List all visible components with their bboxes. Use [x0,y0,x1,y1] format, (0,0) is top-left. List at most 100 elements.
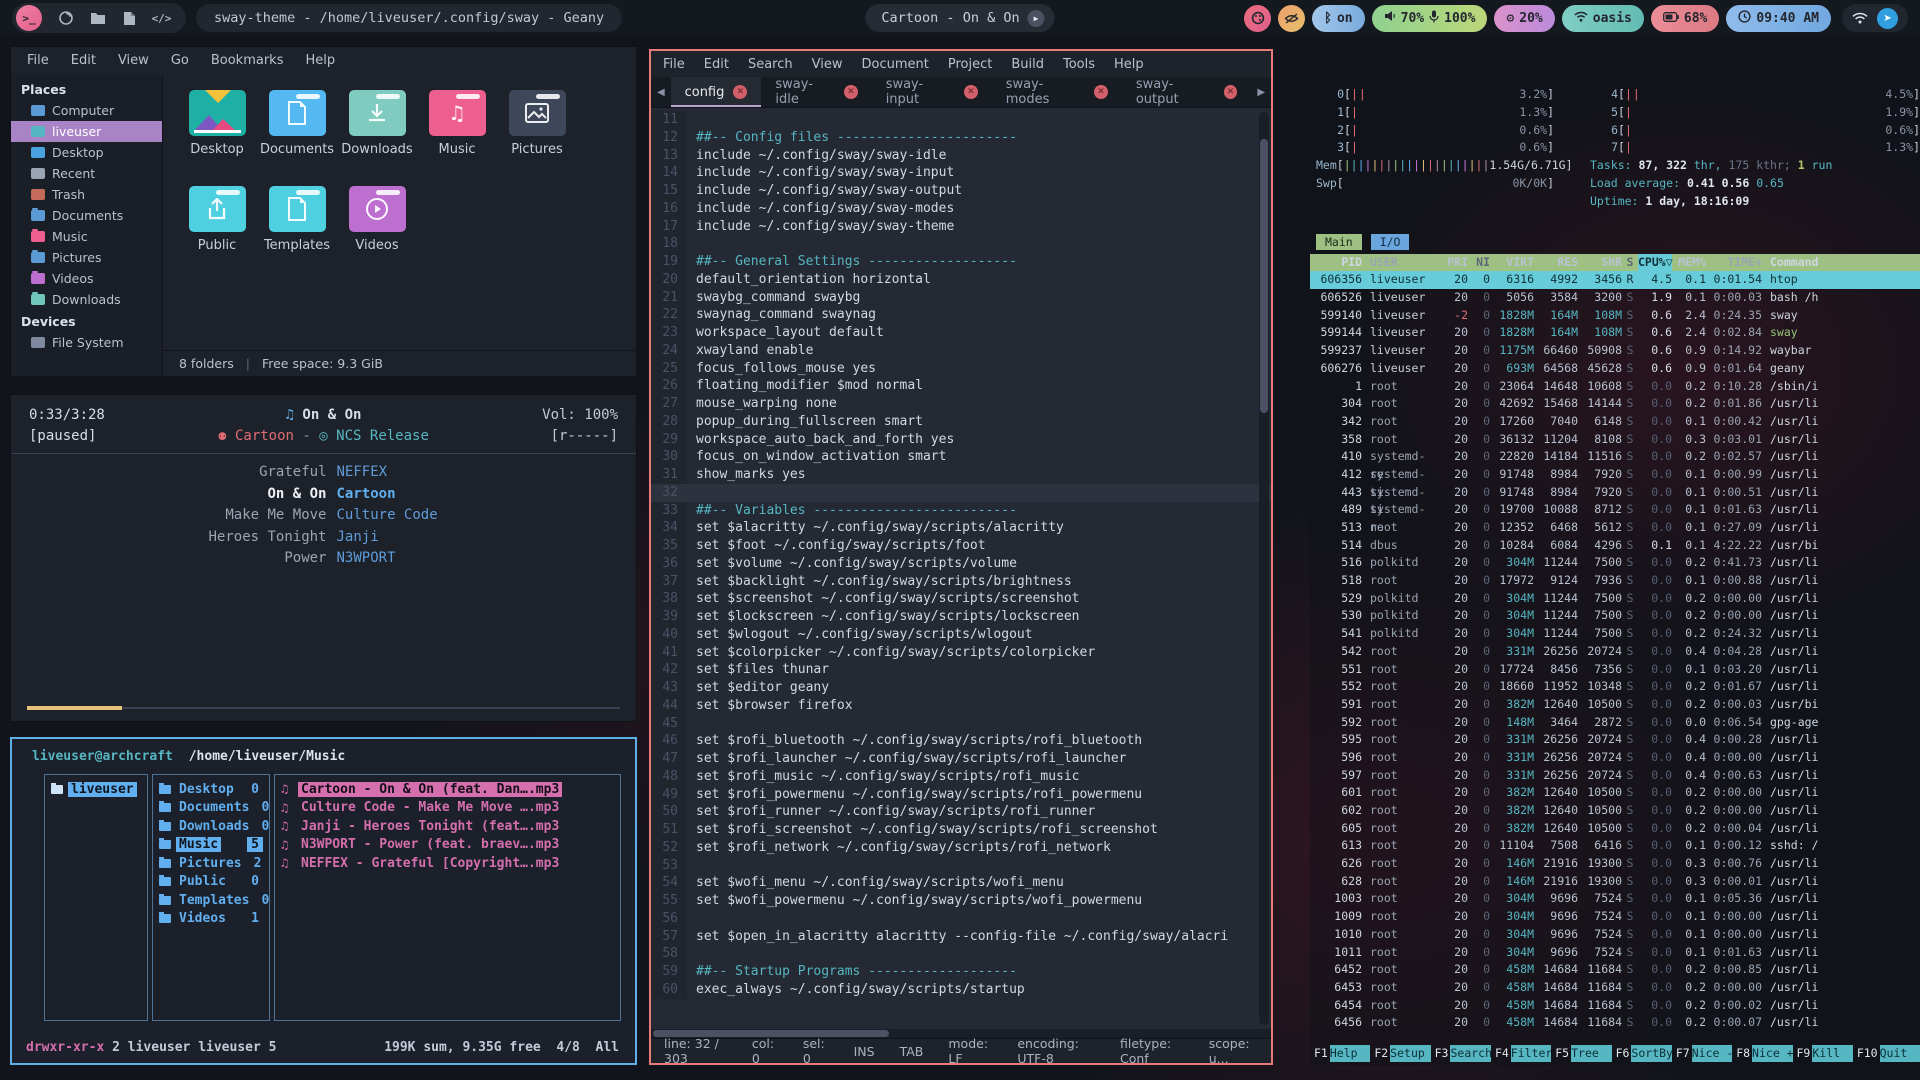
geany-menu-document[interactable]: Document [861,57,928,72]
process-row[interactable]: 304root200426921546814144S0.00.20:01.86/… [1310,395,1920,413]
horizontal-scrollbar[interactable] [651,1029,1271,1038]
code-line[interactable]: 60exec_always ~/.config/sway/scripts/sta… [651,981,1271,999]
process-row[interactable]: 628root200146M2191619300S0.00.30:00.01/u… [1310,873,1920,891]
geany-menu-file[interactable]: File [663,57,685,72]
column-user[interactable]: USER [1362,254,1438,272]
sidebar-item-liveuser[interactable]: liveuser [11,121,162,142]
code-line[interactable]: 45 [651,715,1271,733]
code-line[interactable]: 47set $rofi_launcher ~/.config/sway/scri… [651,750,1271,768]
playlist-item[interactable]: On & OnCartoon [11,484,636,506]
tab-sway-output[interactable]: sway-output✕ [1122,77,1252,107]
code-line[interactable]: 41set $colorpicker ~/.config/sway/script… [651,644,1271,662]
code-line[interactable]: 44set $browser firefox [651,697,1271,715]
column-shr[interactable]: SHR [1578,254,1622,272]
code-line[interactable]: 53 [651,857,1271,875]
fkey-f2[interactable]: F2 [1370,1045,1390,1062]
firefox-icon[interactable] [57,10,74,27]
code-line[interactable]: 29workspace_auto_back_and_forth yes [651,431,1271,449]
code-line[interactable]: 37set $backlight ~/.config/sway/scripts/… [651,573,1271,591]
sidebar-item-downloads[interactable]: Downloads [11,289,162,310]
close-tab-icon[interactable]: ✕ [1094,85,1108,99]
code-line[interactable]: 43set $editor geany [651,679,1271,697]
file-item[interactable]: ♫Culture Code - Make Me Move ….mp3 [278,799,617,818]
fkey-f3[interactable]: F3 [1431,1045,1451,1062]
sidebar-item-recent[interactable]: Recent [11,163,162,184]
column-res[interactable]: RES [1534,254,1578,272]
column-cpu[interactable]: CPU%▽ [1638,254,1672,272]
close-tab-icon[interactable]: ✕ [844,85,858,99]
folder-desktop[interactable]: Desktop [177,86,257,182]
close-tab-icon[interactable]: ✕ [733,85,747,99]
sidebar-item-trash[interactable]: Trash [11,184,162,205]
tab-config[interactable]: config✕ [671,77,762,107]
directory-item[interactable]: Videos1 [156,910,266,929]
folder-documents[interactable]: Documents [257,86,337,182]
column-s[interactable]: S [1622,254,1638,272]
code-line[interactable]: 22swaynag_command swaynag [651,306,1271,324]
process-row[interactable]: 6453root200458M1468411684S0.00.20:00.00/… [1310,979,1920,997]
terminal-launcher-icon[interactable]: >_ [16,5,42,31]
tab-sway-input[interactable]: sway-input✕ [872,77,992,107]
code-line[interactable]: 16include ~/.config/sway/sway-modes [651,200,1271,218]
fkey-label[interactable]: Setup [1390,1045,1430,1062]
code-line[interactable]: 26floating_modifier $mod normal [651,377,1271,395]
process-row[interactable]: 605root200382M1264010500S0.00.20:00.04/u… [1310,820,1920,838]
tab-scroll-left-icon[interactable]: ◀ [651,77,671,107]
close-tab-icon[interactable]: ✕ [964,85,978,99]
fm-menu-file[interactable]: File [27,53,49,68]
sidebar-item-desktop[interactable]: Desktop [11,142,162,163]
fkey-f8[interactable]: F8 [1732,1045,1752,1062]
code-line[interactable]: 46set $rofi_bluetooth ~/.config/sway/scr… [651,732,1271,750]
code-line[interactable]: 11 [651,111,1271,129]
process-row[interactable]: 1009root200304M96967524S0.00.10:00.00/us… [1310,908,1920,926]
file-item[interactable]: ♫N3WPORT - Power (feat. braev….mp3 [278,836,617,855]
process-row[interactable]: 342root2001726070406148S0.00.10:00.42/us… [1310,413,1920,431]
process-row[interactable]: 518root2001797291247936S0.00.10:00.88/us… [1310,572,1920,590]
code-line[interactable]: 25focus_follows_mouse yes [651,360,1271,378]
geany-menu-help[interactable]: Help [1114,57,1144,72]
code-line[interactable]: 54set $wofi_menu ~/.config/sway/scripts/… [651,874,1271,892]
tab-sway-idle[interactable]: sway-idle✕ [761,77,871,107]
process-row[interactable]: 412systemd-ti2009174889847920S0.00.10:00… [1310,466,1920,484]
process-row[interactable]: 597root200331M2625620724S0.00.40:00.63/u… [1310,767,1920,785]
process-row[interactable]: 1root200230641464810608S0.00.20:10.28/sb… [1310,378,1920,396]
code-line[interactable]: 15include ~/.config/sway/sway-output [651,182,1271,200]
fkey-label[interactable]: Search [1450,1045,1490,1062]
file-item[interactable]: ♫Janji - Heroes Tonight (feat….mp3 [278,817,617,836]
process-row[interactable]: 514dbus2001028460844296S0.10.14:22.22/us… [1310,537,1920,555]
folder-videos[interactable]: Videos [337,182,417,278]
battery-widget[interactable]: 68% [1651,5,1719,32]
playlist-item[interactable]: GratefulNEFFEX [11,462,636,484]
process-row[interactable]: 606526liveuser200505635843200S1.90.10:00… [1310,289,1920,307]
files-icon[interactable] [89,10,106,27]
fkey-f9[interactable]: F9 [1793,1045,1813,1062]
process-row[interactable]: 358root20036132112048108S0.00.30:03.01/u… [1310,431,1920,449]
sidebar-item-pictures[interactable]: Pictures [11,247,162,268]
directory-item[interactable]: Templates0 [156,891,266,910]
code-line[interactable]: 14include ~/.config/sway/sway-input [651,164,1271,182]
code-line[interactable]: 50set $rofi_runner ~/.config/sway/script… [651,803,1271,821]
folder-templates[interactable]: Templates [257,182,337,278]
now-playing-widget[interactable]: Cartoon - On & On ▶ [865,4,1054,32]
htop-tab-io[interactable]: I/O [1371,234,1410,250]
process-row[interactable]: 516polkitd200304M112447500S0.00.20:41.73… [1310,554,1920,572]
code-line[interactable]: 24xwayland enable [651,342,1271,360]
code-line[interactable]: 31show_marks yes [651,466,1271,484]
tab-scroll-right-icon[interactable]: ▶ [1251,77,1271,107]
code-line[interactable]: 27mouse_warping none [651,395,1271,413]
fkey-f5[interactable]: F5 [1551,1045,1571,1062]
audio-widget[interactable]: 70% 100% [1372,5,1488,32]
process-row[interactable]: 599140liveuser-201828M164M108MS0.62.40:2… [1310,307,1920,325]
sidebar-item-computer[interactable]: Computer [11,100,162,121]
process-row[interactable]: 6454root200458M1468411684S0.00.20:00.02/… [1310,997,1920,1015]
process-row[interactable]: 529polkitd200304M112447500S0.00.20:00.00… [1310,590,1920,608]
code-line[interactable]: 55set $wofi_powermenu ~/.config/sway/scr… [651,892,1271,910]
play-icon[interactable]: ▶ [1028,10,1045,27]
sidebar-item-music[interactable]: Music [11,226,162,247]
code-line[interactable]: 28popup_during_fullscreen smart [651,413,1271,431]
code-line[interactable]: 57set $open_in_alacritty alacritty --con… [651,928,1271,946]
code-line[interactable]: 52set $rofi_network ~/.config/sway/scrip… [651,839,1271,857]
tray-wifi-icon[interactable] [1852,9,1868,28]
folder-pictures[interactable]: Pictures [497,86,577,182]
fkey-f4[interactable]: F4 [1491,1045,1511,1062]
